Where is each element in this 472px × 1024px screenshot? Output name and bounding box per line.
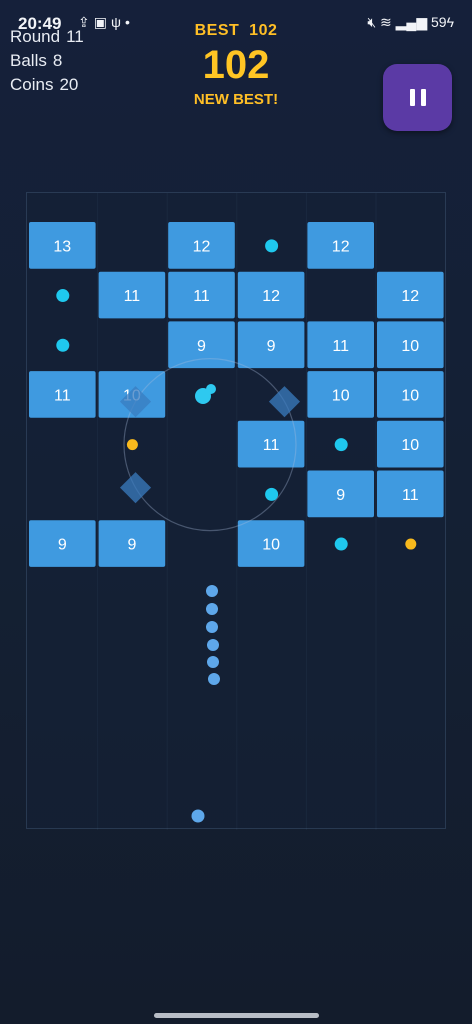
usb-icon: ψ [110,14,125,30]
battery-icon: ϟ [446,14,454,30]
brick-hits: 12 [332,238,350,255]
brick: 9 [307,470,374,518]
game-stats: Round 11 Balls 8 Coins 20 [10,25,84,97]
game-board[interactable]: 131212111112129911101110101011109119910 [26,192,446,830]
brick-hits: 13 [53,238,71,255]
coin-pickup [405,538,417,550]
brick-hits: 11 [193,288,210,305]
ball-cluster [206,384,216,394]
brick-hits: 9 [336,487,345,504]
brick-hits: 12 [401,288,419,305]
score-panel: BEST 102 102 NEW BEST! [136,22,336,108]
brick: 10 [377,321,444,369]
brick-hits: 12 [193,238,211,255]
coin-pickup [126,439,138,451]
extra-ball-pickup [334,537,348,551]
coins-value: 20 [59,75,79,94]
round-stat: Round 11 [10,25,84,49]
brick: 11 [307,321,374,369]
mute-icon: 🔇︎ [367,14,377,30]
signal-icon: ▂▄▆ [395,14,428,30]
extra-ball-pickup [265,239,279,253]
board-canvas: 131212111112129911101110101011109119910 [29,193,444,830]
system-icons: 🔇︎ ≋ ▂▄▆ 59ϟ [367,14,454,31]
coins-label: Coins [10,75,54,94]
brick-hits: 10 [401,338,419,355]
brick: 10 [377,420,444,468]
best-label: BEST [194,22,240,39]
brick: 12 [307,222,374,269]
brick-hits: 11 [124,288,141,305]
balls-label: Balls [10,51,47,70]
brick: 11 [168,271,235,319]
round-value: 11 [66,27,84,46]
pause-button[interactable] [383,64,452,131]
brick-hits: 10 [401,387,419,404]
brick-hits: 9 [267,338,276,355]
brick-hits: 9 [58,537,67,554]
extra-ball-pickup [334,438,348,452]
home-indicator[interactable] [154,1013,319,1018]
brick: 9 [29,520,96,567]
brick: 12 [237,271,305,319]
new-best-banner: NEW BEST! [193,91,279,108]
brick: 9 [168,321,235,369]
brick-hits: 9 [127,537,136,554]
launcher-ball [191,809,205,823]
pause-icon [407,89,429,106]
brick-hits: 11 [402,487,419,504]
brick: 10 [307,371,374,418]
moving-ball [207,639,219,651]
brick-hits: 11 [54,387,71,404]
brick-hits: 10 [332,387,350,404]
brick: 11 [377,470,444,518]
extra-ball-pickup [56,289,70,303]
moving-ball [206,585,218,597]
extra-ball-pickup [56,338,70,352]
balls-value: 8 [52,51,63,70]
brick-hits: 11 [263,437,280,454]
brick-hits: 10 [262,537,280,554]
brick-hits: 9 [197,338,206,355]
balls-stat: Balls 8 [10,49,84,73]
best-score: BEST 102 [136,22,336,40]
best-value: 102 [249,22,278,39]
brick-hits: 12 [262,288,280,305]
brick: 12 [377,271,444,319]
brick-hits: 11 [332,338,349,355]
moving-ball [206,603,218,615]
brick: 10 [377,371,444,418]
notification-icons: ⇪▣ψ• [78,14,134,31]
brick-hits: 10 [401,437,419,454]
moving-ball [206,621,218,633]
battery-level: 59 [431,14,447,30]
brick: 9 [237,321,305,369]
brick: 11 [29,371,96,418]
extra-ball-pickup [265,487,279,501]
obstacle-diamond [119,472,152,504]
moving-ball [208,673,220,685]
moving-ball [207,656,219,668]
wifi-icon: ≋ [380,14,392,30]
brick: 12 [168,222,235,269]
brick: 9 [98,520,166,567]
round-label: Round [10,27,61,46]
obstacle-diamond [268,386,301,418]
dot-icon: • [124,14,134,30]
current-score: 102 [202,43,270,87]
brick: 11 [98,271,166,319]
coins-stat: Coins 20 [10,73,84,97]
brick: 10 [237,520,305,567]
screenshot-icon: ▣ [93,14,111,30]
brick: 13 [29,222,96,269]
